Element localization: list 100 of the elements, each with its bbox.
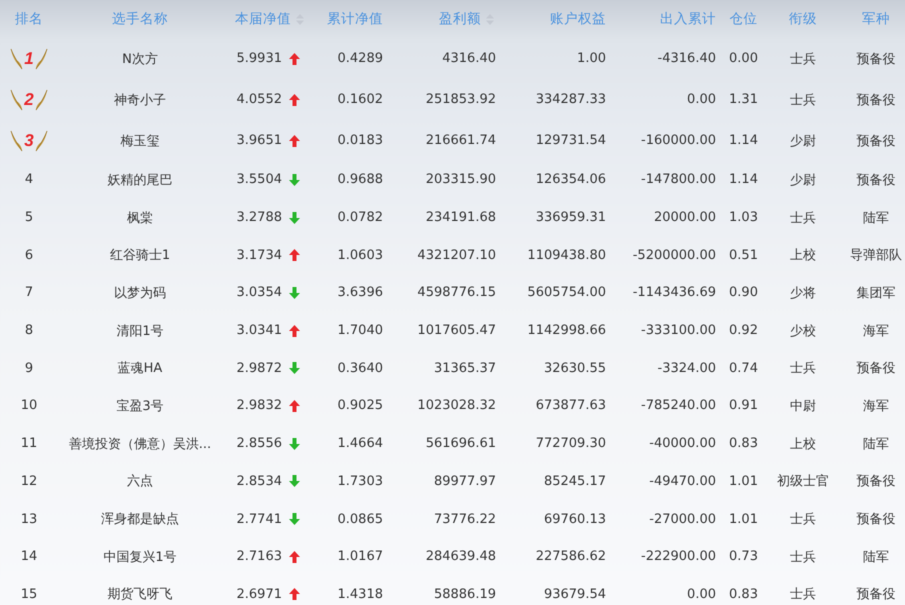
column-header[interactable]: 本届净值 (235, 10, 291, 28)
table-cell: 0.00 (729, 51, 758, 66)
table-cell: 少校 (790, 324, 816, 339)
table-cell: 预备役 (856, 361, 896, 376)
table-cell: 203315.90 (426, 172, 496, 188)
column-header[interactable]: 衔级 (789, 10, 817, 28)
table-cell: 预备役 (856, 512, 896, 528)
table-cell: 216661.74 (426, 133, 496, 148)
table-cell: 陆军 (863, 436, 889, 452)
rank-number: 1 (24, 48, 34, 68)
table-cell: 0.73 (729, 549, 758, 564)
table-cell: 1.01 (729, 512, 758, 527)
rank-number: 9 (24, 360, 34, 376)
table-cell: 陆军 (863, 550, 889, 565)
table-cell: 561696.61 (426, 436, 496, 452)
table-cell: 上校 (790, 248, 816, 264)
table-cell: 1.4664 (338, 436, 383, 452)
laurel-icon (34, 130, 48, 152)
player-name: 枫棠 (127, 210, 153, 226)
table-cell: 1.0603 (338, 248, 383, 263)
player-name: 神奇小子 (114, 92, 166, 108)
rank-number: 10 (20, 398, 38, 414)
player-name: 宝盈3号 (116, 398, 164, 414)
table-cell: 士兵 (790, 587, 816, 602)
table-cell: 初级士官 (777, 474, 829, 490)
table-cell: 3.9651 (236, 133, 282, 148)
table-cell: 251853.92 (426, 92, 496, 107)
table-cell: 海军 (863, 324, 889, 339)
column-header[interactable]: 出入累计 (660, 10, 716, 28)
player-name: 浑身都是缺点 (101, 512, 179, 528)
table-cell: 少尉 (790, 134, 816, 148)
laurel-icon (10, 48, 24, 70)
table-cell: 上校 (790, 436, 816, 452)
laurel-icon (34, 48, 48, 70)
rank-number: 14 (20, 549, 38, 564)
table-cell: -4316.40 (658, 51, 716, 66)
table-cell: 0.74 (729, 360, 758, 376)
column-header[interactable]: 选手名称 (112, 10, 168, 28)
table-cell: 集团军 (856, 286, 896, 301)
table-cell: 234191.68 (426, 210, 496, 226)
table-cell: 2.8556 (236, 436, 282, 452)
table-cell: 中尉 (790, 398, 816, 414)
table-cell: 336959.31 (536, 210, 606, 226)
table-cell: 1.03 (729, 210, 758, 226)
column-header[interactable]: 仓位 (730, 10, 758, 28)
table-cell: 0.1602 (338, 92, 383, 107)
table-cell: 673877.63 (536, 398, 606, 414)
table-cell: -785240.00 (641, 398, 716, 414)
table-cell: 5.9931 (236, 51, 282, 66)
table-cell: -147800.00 (641, 172, 716, 188)
table-cell: 1.7303 (338, 474, 383, 489)
table-cell: 1.31 (729, 92, 758, 107)
table-cell: 284639.48 (426, 549, 496, 564)
laurel-icon (10, 88, 24, 110)
table-cell: 2.9872 (236, 360, 282, 376)
column-header[interactable]: 账户权益 (550, 10, 606, 28)
table-cell: 2.9832 (236, 398, 282, 414)
table-cell: 预备役 (856, 474, 896, 490)
table-cell: 4.0552 (236, 92, 282, 107)
table-cell: 0.3640 (338, 360, 383, 376)
column-header[interactable]: 累计净值 (327, 10, 383, 28)
column-header[interactable]: 盈利额 (439, 10, 481, 28)
table-cell: 0.4289 (338, 51, 383, 66)
column-header[interactable]: 排名 (15, 10, 43, 28)
table-cell: 1017605.47 (417, 323, 496, 338)
table-cell: 1.00 (577, 51, 606, 66)
table-cell: 士兵 (790, 550, 816, 565)
table-cell: 89977.97 (434, 474, 496, 489)
table-cell: 58886.19 (434, 586, 496, 602)
table-cell: 0.00 (687, 92, 716, 107)
table-cell: 士兵 (790, 92, 816, 108)
rank-number: 7 (24, 285, 34, 300)
table-cell: 0.0183 (338, 133, 383, 148)
table-cell: 3.6396 (338, 285, 383, 300)
table-cell: 士兵 (790, 210, 816, 226)
table-cell: 85245.17 (544, 474, 606, 489)
table-cell: 1.01 (729, 474, 758, 489)
rank-number: 12 (20, 474, 38, 489)
table-cell: 0.83 (729, 436, 758, 452)
rank-number: 3 (24, 130, 34, 150)
rank-number: 6 (24, 248, 34, 263)
laurel-icon (34, 88, 48, 110)
table-cell: 预备役 (856, 52, 896, 66)
rank-number: 4 (24, 172, 34, 188)
table-cell: 227586.62 (536, 549, 606, 564)
column-header[interactable]: 军种 (862, 10, 890, 28)
table-cell: 5605754.00 (527, 285, 606, 300)
table-cell: -3324.00 (658, 360, 716, 376)
table-cell: 海军 (863, 398, 889, 414)
table-cell: 126354.06 (536, 172, 606, 188)
table-cell: 预备役 (856, 587, 896, 602)
table-cell: 93679.54 (544, 586, 606, 602)
table-cell: 2.8534 (236, 474, 282, 489)
table-cell: 69760.13 (544, 512, 606, 527)
table-cell: -333100.00 (641, 323, 716, 338)
table-cell: 4598776.15 (417, 285, 496, 300)
table-cell: 1109438.80 (527, 248, 606, 263)
rank-number: 13 (20, 512, 38, 527)
table-cell: -40000.00 (649, 436, 716, 452)
table-cell: 772709.30 (536, 436, 606, 452)
